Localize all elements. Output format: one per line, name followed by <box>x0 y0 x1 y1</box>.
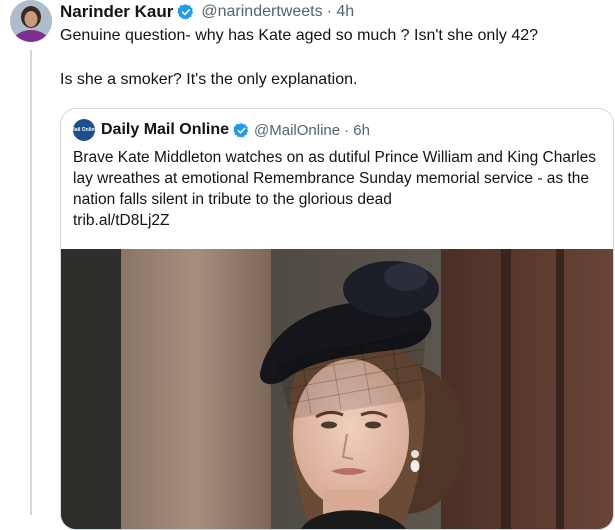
quoted-tweet[interactable]: Mail Online Daily Mail Online @MailOnlin… <box>60 108 614 530</box>
quoted-tweet-photo[interactable] <box>61 249 613 529</box>
mail-online-logo: Mail Online <box>70 126 98 133</box>
quoted-author-avatar[interactable]: Mail Online <box>70 119 98 141</box>
verified-badge-icon <box>233 122 249 138</box>
quoted-author-handle[interactable]: @MailOnline <box>254 122 340 139</box>
tweet[interactable]: Narinder Kaur @narindertweets · 4h Genui… <box>0 0 615 530</box>
tweet-header: Narinder Kaur @narindertweets · 4h <box>60 2 354 22</box>
thread-line <box>30 50 32 515</box>
quoted-timestamp[interactable]: · 6h <box>344 122 370 139</box>
quoted-author-name[interactable]: Daily Mail Online <box>101 121 229 139</box>
author-avatar[interactable] <box>10 0 52 42</box>
tweet-text-line: Genuine question- why has Kate aged so m… <box>60 27 539 44</box>
quoted-tweet-text: Brave Kate Middleton watches on as dutif… <box>73 149 596 208</box>
author-name[interactable]: Narinder Kaur <box>60 2 173 22</box>
tweet-body: Genuine question- why has Kate aged so m… <box>60 25 600 91</box>
author-handle[interactable]: @narindertweets <box>201 3 322 21</box>
quoted-tweet-header: Mail Online Daily Mail Online @MailOnlin… <box>70 119 370 141</box>
verified-badge-icon <box>177 4 194 20</box>
quoted-tweet-body: Brave Kate Middleton watches on as dutif… <box>73 147 603 231</box>
tweet-text-line: Is she a smoker? It's the only explanati… <box>60 71 358 88</box>
tweet-timestamp[interactable]: · 4h <box>327 3 355 21</box>
quoted-tweet-link[interactable]: trib.al/tD8Lj2Z <box>73 210 603 231</box>
